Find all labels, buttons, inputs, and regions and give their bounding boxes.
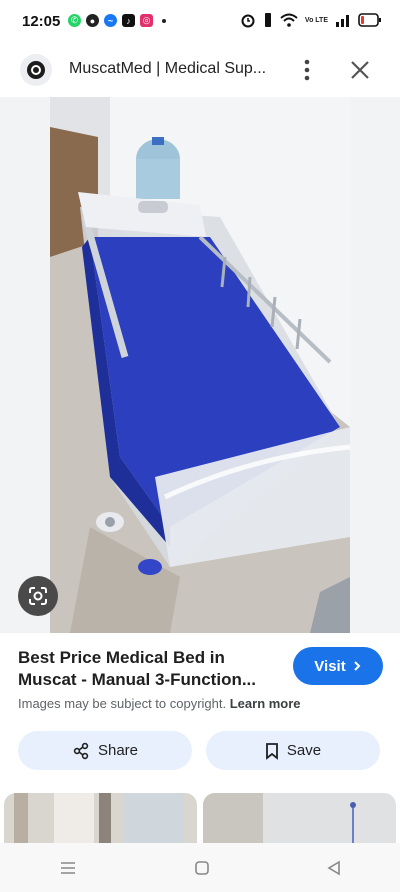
messenger-icon: ● xyxy=(86,14,99,27)
related-image-thumbnail[interactable] xyxy=(203,793,396,843)
messenger-icon: ~ xyxy=(104,14,117,27)
volte-label: Vo LTE xyxy=(304,16,328,24)
battery-icon xyxy=(358,13,381,27)
medical-bed-photo[interactable] xyxy=(50,97,350,633)
system-navigation-bar xyxy=(0,843,400,892)
share-label: Share xyxy=(97,742,139,759)
share-icon xyxy=(73,742,89,759)
home-icon[interactable] xyxy=(194,860,210,876)
more-options-icon[interactable] xyxy=(296,56,318,84)
close-icon[interactable] xyxy=(346,56,374,84)
google-lens-button[interactable] xyxy=(18,576,58,616)
share-button[interactable]: Share xyxy=(18,731,192,770)
instagram-icon: ◎ xyxy=(140,14,153,27)
back-icon[interactable] xyxy=(327,860,341,876)
related-image-thumbnail[interactable] xyxy=(4,793,197,843)
result-title[interactable]: Best Price Medical Bed in Muscat - Manua… xyxy=(18,647,280,691)
lens-icon xyxy=(29,587,47,605)
site-favicon xyxy=(20,54,52,86)
notification-icons: ✆ ● ~ ♪ ◎ xyxy=(68,14,166,27)
whatsapp-icon: ✆ xyxy=(68,14,81,27)
status-bar: 12:05 ✆ ● ~ ♪ ◎ Vo LTE xyxy=(0,0,400,44)
recent-apps-icon[interactable] xyxy=(59,861,77,875)
copyright-text: Images may be subject to copyright. xyxy=(18,696,227,711)
save-button[interactable]: Save xyxy=(206,731,380,770)
system-icons: Vo LTE xyxy=(240,12,382,28)
save-label: Save xyxy=(286,742,322,759)
tiktok-icon: ♪ xyxy=(122,14,135,27)
alarm-icon xyxy=(241,14,255,28)
visit-button[interactable]: Visit xyxy=(293,647,383,685)
signal-icon xyxy=(336,15,349,27)
learn-more-link[interactable]: Learn more xyxy=(230,696,301,711)
visit-label: Visit xyxy=(314,657,346,675)
status-time: 12:05 xyxy=(22,13,61,30)
copyright-notice: Images may be subject to copyright. Lear… xyxy=(18,696,301,711)
bookmark-icon xyxy=(265,742,278,760)
vibrate-icon xyxy=(264,13,271,27)
wifi-icon xyxy=(280,13,298,27)
chevron-right-icon xyxy=(353,661,361,671)
more-notifications-dot xyxy=(162,18,166,23)
page-title[interactable]: MuscatMed | Medical Sup... xyxy=(69,60,266,78)
